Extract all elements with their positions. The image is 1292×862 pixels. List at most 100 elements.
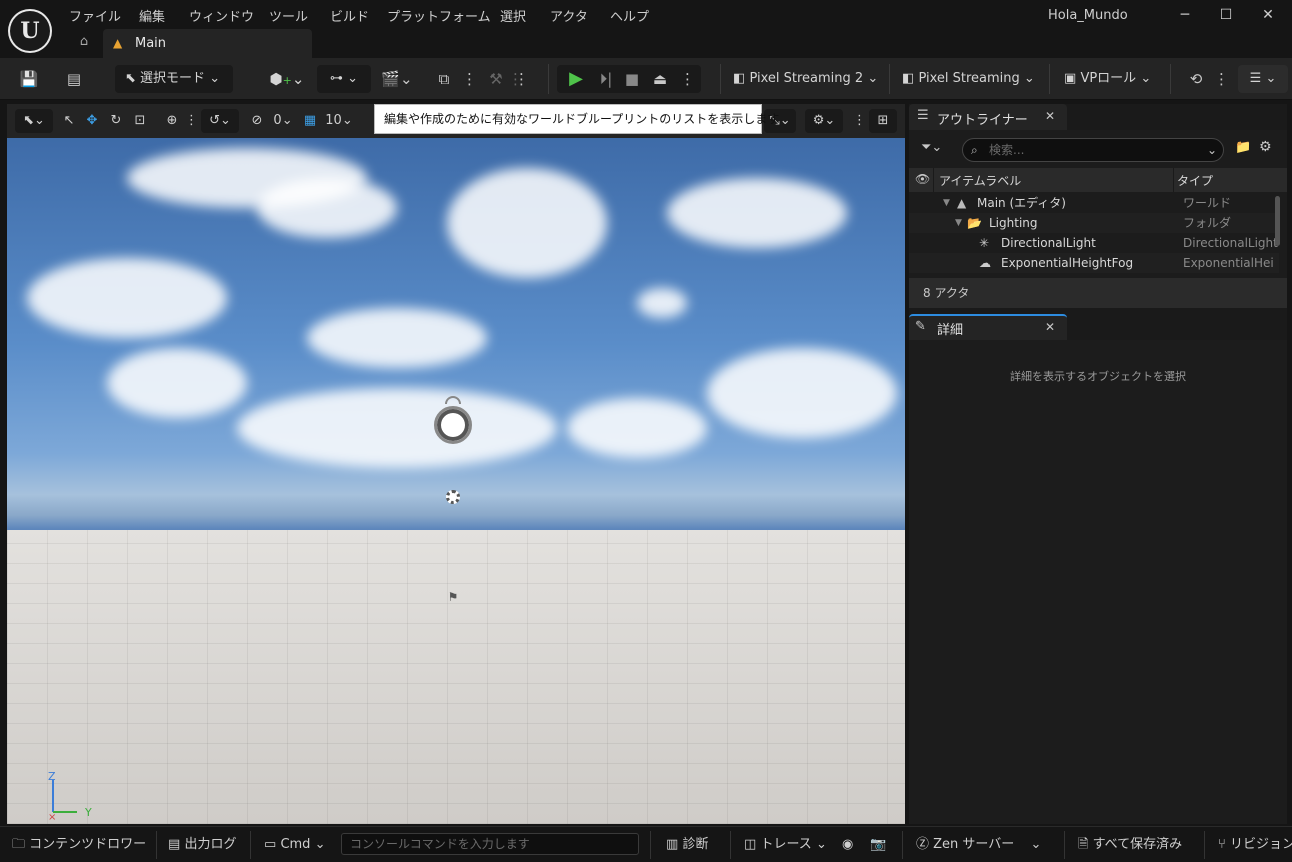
column-type[interactable]: タイプ (1177, 172, 1213, 189)
outliner-search-input[interactable]: ⌕ 検索... ⌄ (962, 138, 1224, 162)
cmd-selector[interactable]: ▭ Cmd ⌄ (264, 835, 325, 855)
separator (1049, 64, 1050, 94)
zen-server-button[interactable]: Ⓩ Zen サーバー ⌄ (916, 835, 1041, 855)
revision-control-button[interactable]: ⑂ リビジョン (1218, 835, 1292, 855)
menu-actor[interactable]: アクタ (550, 6, 588, 25)
move-icon[interactable]: ✥ (83, 111, 101, 131)
outliner-row-lighting[interactable]: ▼ 📂 Lighting フォルダ (909, 213, 1279, 233)
row-label: Lighting (989, 216, 1038, 230)
rotation-snap-icon[interactable]: ⊘ (247, 111, 267, 131)
diagnostics-button[interactable]: ▥ 診断 (666, 835, 708, 855)
menu-build[interactable]: ビルド (330, 6, 369, 25)
gear-icon[interactable]: ⚙ (1259, 139, 1272, 155)
console-input[interactable]: コンソールコマンドを入力します (341, 833, 639, 855)
menu-help[interactable]: ヘルプ (610, 6, 649, 25)
menu-window[interactable]: ウィンドウ (189, 6, 254, 25)
level-viewport[interactable]: ⚑ Z Y × ⬉⌄ ↖ ✥ ↻ ⊡ ⊕ ⋮ ↺⌄ ⊘ 0⌄ ▦ 10⌄ ⤡⌄ … (7, 104, 905, 824)
eject-icon[interactable]: ⏏ (648, 68, 672, 90)
close-icon[interactable]: ✕ (1045, 320, 1055, 334)
more-options-icon[interactable]: ⋮ (853, 111, 866, 131)
scale-icon[interactable]: ⊡ (131, 111, 149, 131)
output-log-button[interactable]: ▤ 出力ログ (168, 835, 236, 855)
outliner-column-header: 👁 アイテムラベル タイプ (909, 168, 1287, 192)
content-drawer-label: コンテンツドロワー (29, 837, 147, 852)
content-drawer-icon: 🗀 (12, 837, 26, 852)
layers-icon[interactable]: ⧉ (432, 68, 456, 90)
blueprint-button[interactable]: ⊶ ⌄ (317, 65, 371, 93)
more-options-icon[interactable]: ⋮ (185, 111, 198, 131)
pixel-streaming-button[interactable]: ◧ Pixel Streaming ⌄ (902, 65, 1042, 93)
minimize-icon[interactable]: ─ (1175, 5, 1195, 25)
outliner-row-directional-light[interactable]: ✳ DirectionalLight DirectionalLight (909, 233, 1279, 253)
chevron-down-icon[interactable]: ⌄ (1207, 139, 1217, 161)
screenshot-icon[interactable]: 📷 (870, 835, 886, 855)
save-icon[interactable]: 💾 (18, 68, 40, 90)
tab-details[interactable]: ✎ 詳細 ✕ (909, 314, 1067, 340)
pixel-streaming-2-button[interactable]: ◧ Pixel Streaming 2 ⌄ (733, 65, 883, 93)
main-toolbar: 💾 ▤ ⬉ 選択モード ⌄ ⬢+⌄ ⊶ ⌄ 🎬⌄ ⧉ ⋮ ⚒ ⋮ ⋮ ▶ ⏵| … (0, 58, 1292, 100)
outliner-row-main[interactable]: ▼ ▲ Main (エディタ) ワールド (909, 193, 1279, 213)
source-control-icon[interactable]: ⟲ (1184, 68, 1208, 90)
tab-outliner[interactable]: ☰ アウトライナー ✕ (909, 104, 1067, 130)
stop-icon[interactable]: ■ (620, 68, 644, 90)
outliner-scrollbar[interactable] (1275, 196, 1280, 246)
more-options-icon[interactable]: ⋮ (514, 68, 529, 90)
select-mode-button[interactable]: ⬉ 選択モード ⌄ (115, 65, 233, 93)
visibility-icon[interactable]: 👁 (915, 172, 930, 186)
close-icon[interactable]: ✕ (1258, 5, 1278, 25)
browse-icon[interactable]: ▤ (62, 68, 86, 90)
trace-button[interactable]: ◫ トレース ⌄ (744, 835, 827, 855)
select-cursor-icon: ⬉⌄ (23, 113, 45, 128)
directional-light-icon[interactable] (434, 406, 472, 444)
right-panel: ☰ アウトライナー ✕ ⏷⌄ ⌕ 検索... ⌄ 📁 ⚙ 👁 アイテムラベル タ… (909, 104, 1287, 824)
rotate-icon[interactable]: ↻ (107, 111, 125, 131)
add-actor-icon[interactable]: ⬢+⌄ (268, 68, 306, 90)
home-icon[interactable]: ⌂ (74, 34, 94, 52)
more-options-icon[interactable]: ⋮ (1214, 68, 1229, 90)
separator (889, 64, 890, 94)
sky-light-icon[interactable] (446, 490, 460, 504)
tab-main-label: Main (135, 36, 167, 51)
svg-text:×: × (48, 812, 56, 822)
save-all-button[interactable]: 🗎 すべて保存済み (1078, 835, 1182, 855)
tab-main[interactable]: ▲ Main (103, 29, 312, 58)
menu-platforms[interactable]: プラットフォーム (387, 6, 491, 25)
grid-snap-icon[interactable]: ▦ (301, 111, 319, 131)
directional-light-icon: ✳ (979, 236, 990, 250)
maximize-icon[interactable]: ☐ (1216, 5, 1236, 25)
viewport-scene[interactable]: ⚑ Z Y × (7, 138, 905, 824)
play-icon[interactable]: ▶ (564, 68, 588, 90)
rotation-snap-value[interactable]: 0⌄ (271, 111, 295, 131)
expand-arrow-icon[interactable]: ▼ (943, 193, 950, 213)
outliner-icon: ☰ (917, 108, 929, 123)
actor-count: 8 アクタ (909, 278, 1287, 308)
more-options-icon[interactable]: ⋮ (680, 68, 695, 90)
record-icon[interactable]: ◉ (842, 835, 853, 855)
menu-tools[interactable]: ツール (269, 6, 308, 25)
separator (720, 64, 721, 94)
content-drawer-button[interactable]: 🗀 コンテンツドロワー (12, 835, 146, 855)
step-icon[interactable]: ⏵| (594, 68, 618, 90)
add-folder-icon[interactable]: 📁 (1235, 140, 1251, 155)
settings-menu-button[interactable]: ☰ ⌄ (1238, 65, 1288, 93)
unreal-logo-icon[interactable]: U (8, 9, 52, 53)
grid-size-value[interactable]: 10⌄ (325, 111, 353, 131)
floor-plane[interactable] (7, 530, 905, 824)
column-item-label[interactable]: アイテムラベル (939, 172, 1021, 189)
vp-role-button[interactable]: ▣ VPロール ⌄ (1064, 65, 1164, 93)
row-label: DirectionalLight (1001, 236, 1096, 250)
outliner-row-fog[interactable]: ☁ ExponentialHeightFog ExponentialHeig (909, 253, 1279, 273)
build-icon[interactable]: ⚒ (484, 68, 508, 90)
cinematics-icon[interactable]: 🎬⌄ (378, 68, 416, 90)
more-options-icon[interactable]: ⋮ (462, 68, 477, 90)
menu-file[interactable]: ファイル (69, 6, 121, 25)
output-log-icon: ▤ (168, 837, 181, 852)
close-icon[interactable]: ✕ (1045, 109, 1055, 123)
player-start-icon[interactable]: ⚑ (443, 590, 463, 604)
select-icon[interactable]: ↖ (61, 111, 77, 131)
expand-arrow-icon[interactable]: ▼ (955, 213, 962, 233)
filter-icon[interactable]: ⏷⌄ (921, 140, 942, 155)
menu-edit[interactable]: 編集 (139, 6, 165, 25)
world-local-icon[interactable]: ⊕ (163, 111, 181, 131)
menu-select[interactable]: 選択 (500, 6, 526, 25)
